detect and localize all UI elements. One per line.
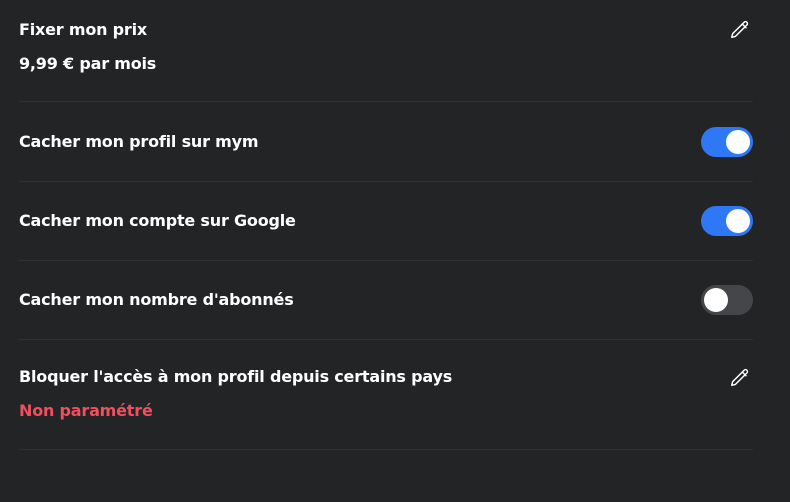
edit-geo-block-button[interactable] xyxy=(727,365,753,391)
setting-label-hide-google: Cacher mon compte sur Google xyxy=(19,211,296,230)
geo-block-status: Non paramétré xyxy=(19,401,153,420)
toggle-knob xyxy=(726,130,750,154)
geo-block-title: Bloquer l'accès à mon profil depuis cert… xyxy=(19,367,453,386)
toggle-knob xyxy=(704,288,728,312)
setting-label-hide-profile: Cacher mon profil sur mym xyxy=(19,132,259,151)
toggle-hide-subscribers[interactable] xyxy=(701,285,753,315)
toggle-hide-google[interactable] xyxy=(701,206,753,236)
edit-price-button[interactable] xyxy=(727,17,753,43)
pencil-icon xyxy=(731,368,749,387)
divider xyxy=(19,339,753,340)
toggle-hide-profile[interactable] xyxy=(701,127,753,157)
price-value: 9,99 € par mois xyxy=(19,54,157,73)
toggle-knob xyxy=(726,209,750,233)
divider xyxy=(19,181,753,182)
divider xyxy=(19,101,753,102)
pencil-icon xyxy=(731,20,749,39)
divider xyxy=(19,260,753,261)
setting-label-hide-subscribers: Cacher mon nombre d'abonnés xyxy=(19,290,294,309)
divider xyxy=(19,449,753,450)
price-title: Fixer mon prix xyxy=(19,20,148,39)
